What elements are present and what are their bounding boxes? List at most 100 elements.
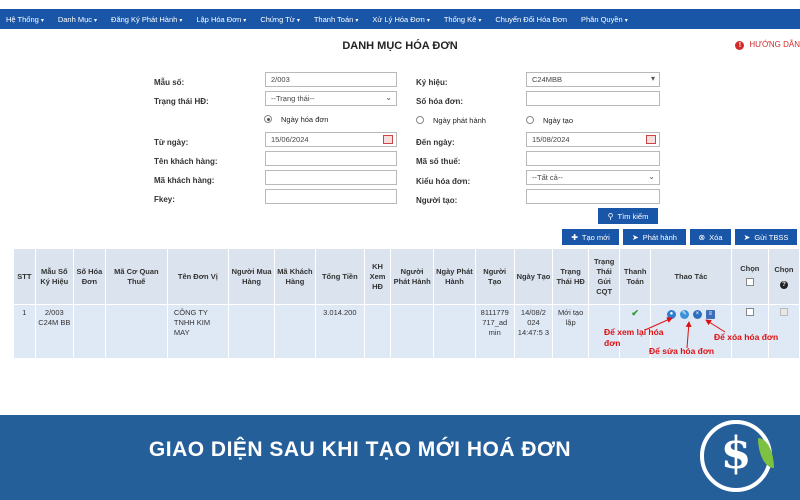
chevron-down-icon: ⌄ <box>648 172 655 181</box>
tao-moi-label: Tạo mới <box>581 232 610 242</box>
plus-icon: ✚ <box>571 232 578 242</box>
kieu-hoa-don-value: --Tất cả-- <box>532 173 563 182</box>
ten-khach-hang-input[interactable] <box>265 151 397 166</box>
radio-icon <box>526 116 534 124</box>
fkey-input[interactable] <box>265 189 397 204</box>
nav-he-thong[interactable]: Hệ Thống ▾ <box>6 15 44 24</box>
trang-thai-select[interactable]: --Trạng thái-- ⌄ <box>265 91 397 106</box>
ten-khach-hang-label: Tên khách hàng: <box>154 157 218 166</box>
chevron-down-icon: ⌄ <box>385 93 392 102</box>
mau-so-label: Mẫu số: <box>154 78 185 87</box>
page-title: DANH MỤC HÓA ĐƠN <box>342 40 458 52</box>
den-ngay-input[interactable]: 15/08/2024 <box>526 132 660 147</box>
nav-dang-ky-phat-hanh[interactable]: Đăng Ký Phát Hành ▾ <box>111 15 182 24</box>
nav-chuyen-doi-hoa-don[interactable]: Chuyển Đổi Hóa Đơn <box>495 15 567 24</box>
nav-label: Danh Mục <box>57 14 93 24</box>
trang-thai-label: Trạng thái HĐ: <box>154 97 209 106</box>
radio-label: Ngày hóa đơn <box>281 115 329 124</box>
annotation-sua: Để sửa hóa đơn <box>649 346 715 356</box>
chevron-down-icon: ▾ <box>478 17 482 24</box>
col-header: Người Mua Hàng <box>227 248 276 305</box>
delete-icon[interactable]: × <box>692 310 702 319</box>
col-header: KH Xem HĐ <box>364 248 391 305</box>
col-header: Trạng Thái Gửi CQT <box>588 248 621 305</box>
search-button[interactable]: ⚲ Tìm kiếm <box>598 208 658 224</box>
nguoi-tao-input[interactable] <box>526 189 660 204</box>
radio-icon <box>416 116 424 124</box>
calendar-icon[interactable] <box>646 135 656 144</box>
nav-label: Đăng Ký Phát Hành <box>111 14 178 24</box>
ma-khach-hang-input[interactable] <box>265 170 397 185</box>
cell-ma-kh <box>274 304 316 359</box>
cell-nguoi-tao: 8111779 717_ad min <box>474 304 515 359</box>
nav-label: Phân Quyền <box>581 14 623 24</box>
nav-thanh-toan[interactable]: Thanh Toán ▾ <box>314 15 359 24</box>
invoice-table: STT Mẫu Số Ký Hiệu Số Hóa Đơn Mã Cơ Quan… <box>13 248 800 359</box>
chon-label: Chọn <box>774 264 794 274</box>
trang-thai-value: --Trạng thái-- <box>271 94 315 103</box>
view-icon[interactable]: ● <box>666 310 676 319</box>
tu-ngay-value: 15/06/2024 <box>271 135 309 144</box>
radio-ngay-hoa-don[interactable]: Ngày hóa đơn <box>264 115 328 124</box>
fkey-label: Fkey: <box>154 195 175 204</box>
send-icon: ➤ <box>632 232 639 242</box>
mau-so-select[interactable]: 2/003 <box>265 72 397 87</box>
chevron-down-icon: ▾ <box>296 17 300 24</box>
tu-ngay-input[interactable]: 15/06/2024 <box>265 132 397 147</box>
cell-so-hoa-don <box>72 304 106 359</box>
ma-khach-hang-label: Mã khách hàng: <box>154 176 215 185</box>
mau-so-value: 2/003 <box>271 75 290 84</box>
col-header: Số Hóa Đơn <box>72 248 106 305</box>
row-checkbox[interactable] <box>745 308 754 316</box>
chevron-down-icon: ▾ <box>179 17 183 24</box>
cell-nguoi-mua <box>227 304 276 359</box>
nav-label: Hệ Thống <box>6 14 39 24</box>
cell-mau-so: 2/003 C24M BB <box>34 304 74 359</box>
ma-so-thue-input[interactable] <box>526 151 660 166</box>
edit-icon[interactable]: ✎ <box>679 310 689 319</box>
help-link[interactable]: ! HƯỚNG DẪN <box>735 40 800 50</box>
col-header: Mã Cơ Quan Thuế <box>104 248 168 305</box>
so-hoa-don-input[interactable] <box>526 91 660 106</box>
col-header: Thanh Toán <box>619 248 652 305</box>
annotation-xoa: Để xóa hóa đơn <box>714 332 779 342</box>
gui-tbss-button[interactable]: ➤ Gửi TBSS <box>735 229 797 245</box>
col-header: Mẫu Số Ký Hiệu <box>34 248 74 305</box>
nav-danh-muc[interactable]: Danh Mục ▾ <box>58 15 97 24</box>
nav-xu-ly-hoa-don[interactable]: Xử Lý Hóa Đơn ▾ <box>372 15 429 24</box>
question-icon[interactable]: ? <box>779 280 788 289</box>
cell-tong-tien: 3.014.200 <box>314 304 366 359</box>
select-all-checkbox[interactable] <box>745 278 754 286</box>
kieu-hoa-don-label: Kiểu hóa đơn: <box>416 177 471 186</box>
calendar-icon[interactable] <box>383 135 393 144</box>
kieu-hoa-don-select[interactable]: --Tất cả-- ⌄ <box>526 170 660 185</box>
nguoi-tao-label: Người tạo: <box>416 196 458 205</box>
radio-label: Ngày phát hành <box>433 116 486 125</box>
tao-moi-button[interactable]: ✚ Tạo mới <box>562 229 619 245</box>
col-header-chon: Chọn? <box>767 248 800 305</box>
phat-hanh-button[interactable]: ➤ Phát hành <box>623 229 686 245</box>
nav-label: Xử Lý Hóa Đơn <box>372 14 425 24</box>
nav-thong-ke[interactable]: Thống Kê ▾ <box>444 15 482 24</box>
ky-hieu-select[interactable]: C24MBB ▾ <box>526 72 660 87</box>
radio-ngay-tao[interactable]: Ngày tạo <box>526 116 573 125</box>
radio-label: Ngày tạo <box>543 116 574 125</box>
nav-phan-quyen[interactable]: Phân Quyền ▾ <box>581 15 628 24</box>
chevron-down-icon: ▾ <box>94 17 98 24</box>
xoa-button[interactable]: ⊗ Xóa <box>690 229 731 245</box>
den-ngay-value: 15/08/2024 <box>532 135 570 144</box>
cell-ngay-phat-hanh <box>433 304 476 359</box>
radio-ngay-phat-hanh[interactable]: Ngày phát hành <box>416 116 486 125</box>
banner-title: GIAO DIỆN SAU KHI TẠO MỚI HOÁ ĐƠN <box>148 438 572 461</box>
nav-chung-tu[interactable]: Chứng Từ ▾ <box>260 15 300 24</box>
nav-label: Chuyển Đổi Hóa Đơn <box>495 14 567 24</box>
col-header: Người Tạo <box>474 248 515 305</box>
xoa-label: Xóa <box>709 232 723 242</box>
nav-label: Chứng Từ <box>260 14 295 24</box>
nav-lap-hoa-don[interactable]: Lập Hóa Đơn ▾ <box>196 15 246 24</box>
document-icon[interactable]: ≡ <box>705 310 715 319</box>
phat-hanh-label: Phát hành <box>642 232 677 242</box>
radio-checked-icon <box>264 115 272 123</box>
chevron-down-icon: ▾ <box>650 74 655 83</box>
col-header: STT <box>13 248 36 305</box>
